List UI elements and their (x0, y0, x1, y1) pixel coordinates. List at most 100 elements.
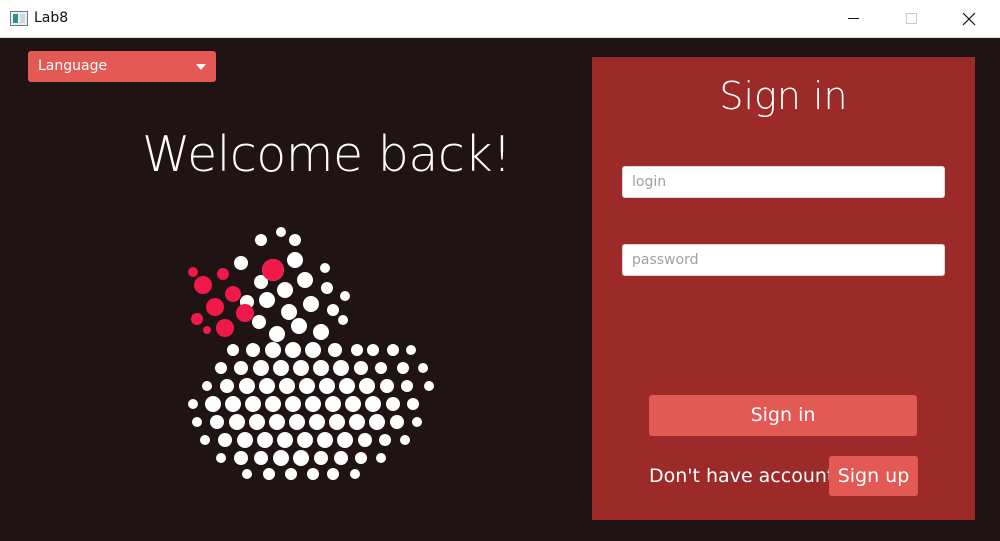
logo-dot (203, 326, 211, 334)
logo-dot (424, 381, 434, 391)
logo-dot (406, 345, 416, 355)
logo-dot (217, 268, 229, 280)
logo-dot (367, 344, 379, 356)
signin-title: Sign in (719, 74, 848, 118)
maximize-button[interactable] (888, 0, 934, 37)
logo-dot (225, 396, 241, 412)
logo-dot (313, 324, 329, 340)
logo-dot (307, 468, 319, 480)
duck-dots-logo (188, 227, 434, 480)
logo-dot (327, 304, 339, 316)
logo-dot (210, 415, 224, 429)
logo-dot (239, 378, 255, 394)
logo-dot (350, 469, 360, 479)
logo-dot (200, 435, 210, 445)
logo-dot (313, 360, 329, 376)
logo-dot (188, 399, 198, 409)
password-input[interactable] (622, 244, 945, 276)
logo-dot (289, 234, 301, 246)
logo-dot (218, 433, 232, 447)
logo-dot (400, 435, 410, 445)
window-title: Lab8 (34, 10, 69, 26)
logo-dot (234, 451, 248, 465)
logo-dot (355, 452, 367, 464)
logo-dot (227, 344, 239, 356)
chevron-down-icon (196, 64, 206, 70)
signup-button[interactable]: Sign up (829, 456, 918, 496)
logo-dot (285, 396, 301, 412)
logo-dot (249, 414, 265, 430)
logo-dot (319, 378, 335, 394)
logo-dot (234, 361, 248, 375)
window-titlebar: Lab8 (0, 0, 1000, 38)
logo-dot (386, 397, 400, 411)
logo-dot (314, 451, 328, 465)
logo-dot (285, 342, 301, 358)
close-button[interactable] (946, 0, 992, 37)
logo-dot (401, 380, 413, 392)
logo-dot (246, 343, 260, 357)
logo-dot (236, 304, 254, 322)
logo-dot (345, 396, 361, 412)
logo-dot (225, 286, 241, 302)
logo-dot (265, 342, 281, 358)
logo-dot (380, 379, 394, 393)
logo-dot (320, 263, 330, 273)
signin-button[interactable]: Sign in (649, 395, 917, 436)
logo-dot (262, 259, 284, 281)
logo-dot (287, 252, 303, 268)
maximize-icon (905, 13, 917, 24)
logo-dot (277, 432, 293, 448)
logo-dot (205, 396, 221, 412)
logo-dot (285, 468, 297, 480)
logo-dot (245, 396, 261, 412)
logo-dot (325, 396, 341, 412)
logo-dot (289, 414, 305, 430)
logo-dot (263, 468, 275, 480)
logo-dot (317, 432, 333, 448)
minimize-button[interactable] (830, 0, 876, 37)
logo-dot (237, 432, 253, 448)
logo-dot (305, 342, 321, 358)
logo-dot (265, 396, 281, 412)
logo-dot (220, 379, 234, 393)
logo-dot (257, 432, 273, 448)
logo-dot (297, 272, 313, 288)
logo-dot (328, 343, 342, 357)
welcome-heading: Welcome back! (142, 126, 512, 183)
logo-dot (269, 326, 285, 342)
logo-dot (329, 414, 345, 430)
logo-dot (273, 360, 289, 376)
logo-dot (305, 396, 321, 412)
logo-dot (354, 361, 368, 375)
logo-dot (387, 344, 399, 356)
logo-dot (379, 434, 391, 446)
logo-dot (309, 414, 325, 430)
logo-dot (206, 298, 224, 316)
login-input[interactable] (622, 166, 945, 198)
logo-dot (277, 282, 293, 298)
logo-dot (281, 304, 297, 320)
logo-dot (234, 256, 248, 270)
logo-dot (191, 313, 203, 325)
logo-dot (351, 344, 363, 356)
logo-dot (216, 453, 226, 463)
logo-dot (375, 362, 387, 374)
logo-dot (369, 414, 385, 430)
logo-dot (297, 432, 313, 448)
logo-dot (334, 451, 348, 465)
logo-dot (259, 378, 275, 394)
logo-dot (333, 360, 349, 376)
logo-dot (291, 318, 307, 334)
logo-dot (202, 381, 212, 391)
signin-panel: Sign in Sign in Don't have account? Sign… (592, 57, 975, 520)
logo-dot (412, 417, 422, 427)
logo-dot (188, 267, 198, 277)
logo-dot (349, 414, 365, 430)
logo-dot (327, 468, 339, 480)
app-window-icon (10, 11, 28, 26)
logo-dot (293, 450, 309, 466)
logo-dot (259, 292, 275, 308)
logo-dot (397, 362, 409, 374)
language-select[interactable]: Language (28, 51, 216, 82)
